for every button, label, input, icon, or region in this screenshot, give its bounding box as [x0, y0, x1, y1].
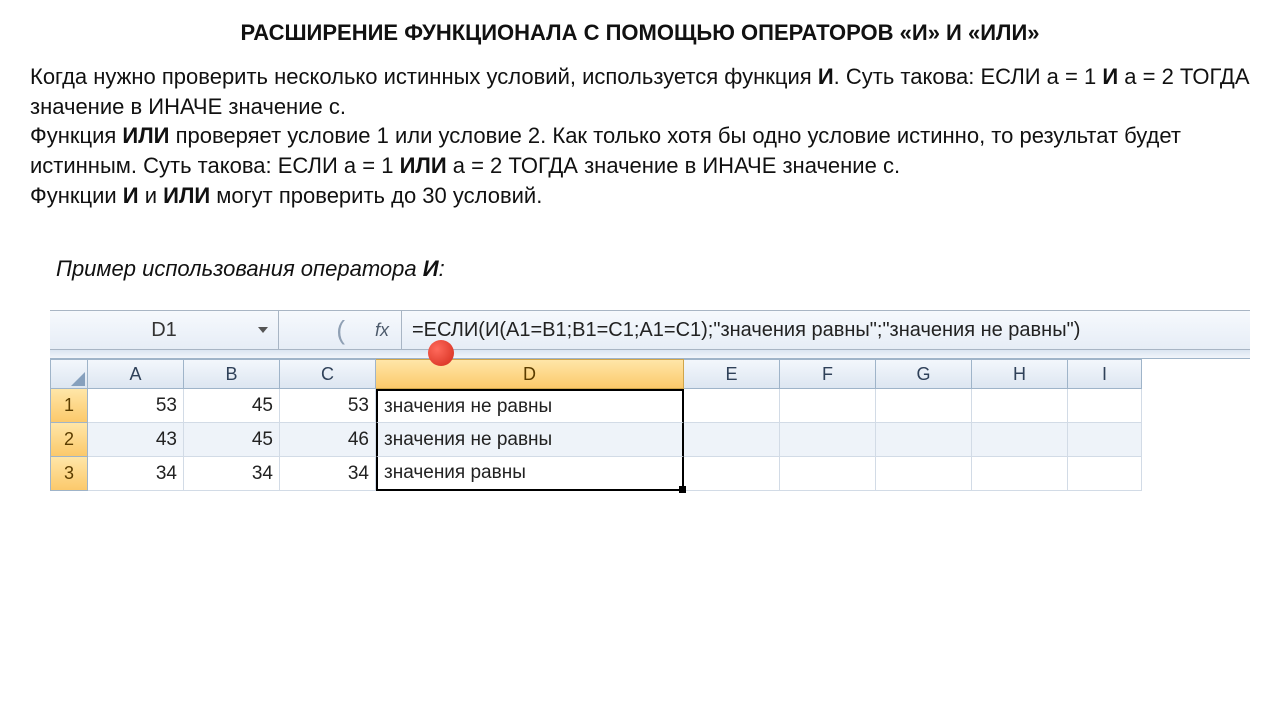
cell-c2[interactable]: 46 — [280, 423, 376, 457]
col-header-h[interactable]: H — [972, 359, 1068, 389]
col-header-d[interactable]: D — [376, 359, 684, 389]
text: Когда нужно проверить несколько истинных… — [30, 64, 818, 89]
excel-screenshot: D1 ( fx =ЕСЛИ(И(A1=B1;B1=C1;A1=C1);"знач… — [30, 310, 1250, 491]
text: могут проверить до 30 условий. — [210, 183, 542, 208]
col-header-c[interactable]: C — [280, 359, 376, 389]
cell-b3[interactable]: 34 — [184, 457, 280, 491]
row-header-1[interactable]: 1 — [50, 389, 88, 423]
bold-or: ИЛИ — [122, 123, 169, 148]
col-header-e[interactable]: E — [684, 359, 780, 389]
cell-a2[interactable]: 43 — [88, 423, 184, 457]
col-header-i[interactable]: I — [1068, 359, 1142, 389]
cell-g3[interactable] — [876, 457, 972, 491]
cell-b1[interactable]: 45 — [184, 389, 280, 423]
row-header-2[interactable]: 2 — [50, 423, 88, 457]
select-all-corner[interactable] — [50, 359, 88, 389]
col-header-b[interactable]: B — [184, 359, 280, 389]
bold-or: ИЛИ — [163, 183, 210, 208]
cell-i2[interactable] — [1068, 423, 1142, 457]
cell-h1[interactable] — [972, 389, 1068, 423]
text: а = 2 ТОГДА значение в ИНАЧЕ значение с. — [447, 153, 900, 178]
text: и — [139, 183, 164, 208]
cell-c3[interactable]: 34 — [280, 457, 376, 491]
cell-f3[interactable] — [780, 457, 876, 491]
worksheet-grid: A B C D E F G H I 1 53 45 53 значения не… — [50, 359, 1250, 491]
bold-and: И — [818, 64, 834, 89]
cell-d3[interactable]: значения равны — [376, 457, 684, 491]
table-row: 1 53 45 53 значения не равны — [50, 389, 1250, 423]
bold-and: И — [1102, 64, 1118, 89]
text: Функции — [30, 183, 123, 208]
explanation-paragraph: Когда нужно проверить несколько истинных… — [30, 62, 1250, 210]
col-header-f[interactable]: F — [780, 359, 876, 389]
formula-input[interactable]: =ЕСЛИ(И(A1=B1;B1=C1;A1=C1);"значения рав… — [402, 311, 1250, 349]
page-title: РАСШИРЕНИЕ ФУНКЦИОНАЛА С ПОМОЩЬЮ ОПЕРАТО… — [30, 20, 1250, 46]
text: . Суть такова: ЕСЛИ а = 1 — [834, 64, 1103, 89]
cell-e3[interactable] — [684, 457, 780, 491]
col-header-a[interactable]: A — [88, 359, 184, 389]
cell-g2[interactable] — [876, 423, 972, 457]
bold-or: ИЛИ — [400, 153, 447, 178]
cell-e1[interactable] — [684, 389, 780, 423]
cell-d1[interactable]: значения не равны — [376, 389, 684, 423]
cell-e2[interactable] — [684, 423, 780, 457]
separator — [50, 350, 1250, 359]
cell-h2[interactable] — [972, 423, 1068, 457]
cell-f2[interactable] — [780, 423, 876, 457]
cell-a3[interactable]: 34 — [88, 457, 184, 491]
bold-and: И — [123, 183, 139, 208]
table-row: 2 43 45 46 значения не равны — [50, 423, 1250, 457]
cell-a1[interactable]: 53 — [88, 389, 184, 423]
bold-and: И — [423, 256, 439, 281]
cell-g1[interactable] — [876, 389, 972, 423]
text: : — [439, 256, 445, 281]
formula-bar: D1 ( fx =ЕСЛИ(И(A1=B1;B1=C1;A1=C1);"знач… — [50, 310, 1250, 350]
table-row: 3 34 34 34 значения равны — [50, 457, 1250, 491]
formula-buttons: ( fx — [279, 311, 402, 349]
cell-i1[interactable] — [1068, 389, 1142, 423]
cell-i3[interactable] — [1068, 457, 1142, 491]
name-box-value: D1 — [151, 319, 177, 342]
text: Пример использования оператора — [56, 256, 423, 281]
column-header-row: A B C D E F G H I — [50, 359, 1250, 389]
text: Функция — [30, 123, 122, 148]
chevron-down-icon[interactable] — [258, 327, 268, 333]
example-label: Пример использования оператора И: — [56, 256, 1250, 282]
cell-c1[interactable]: 53 — [280, 389, 376, 423]
paren-icon: ( — [336, 315, 345, 346]
cell-b2[interactable]: 45 — [184, 423, 280, 457]
name-box[interactable]: D1 — [50, 311, 279, 349]
cell-d2[interactable]: значения не равны — [376, 423, 684, 457]
fx-button[interactable]: fx — [375, 320, 389, 341]
row-header-3[interactable]: 3 — [50, 457, 88, 491]
cell-h3[interactable] — [972, 457, 1068, 491]
col-header-g[interactable]: G — [876, 359, 972, 389]
cell-f1[interactable] — [780, 389, 876, 423]
